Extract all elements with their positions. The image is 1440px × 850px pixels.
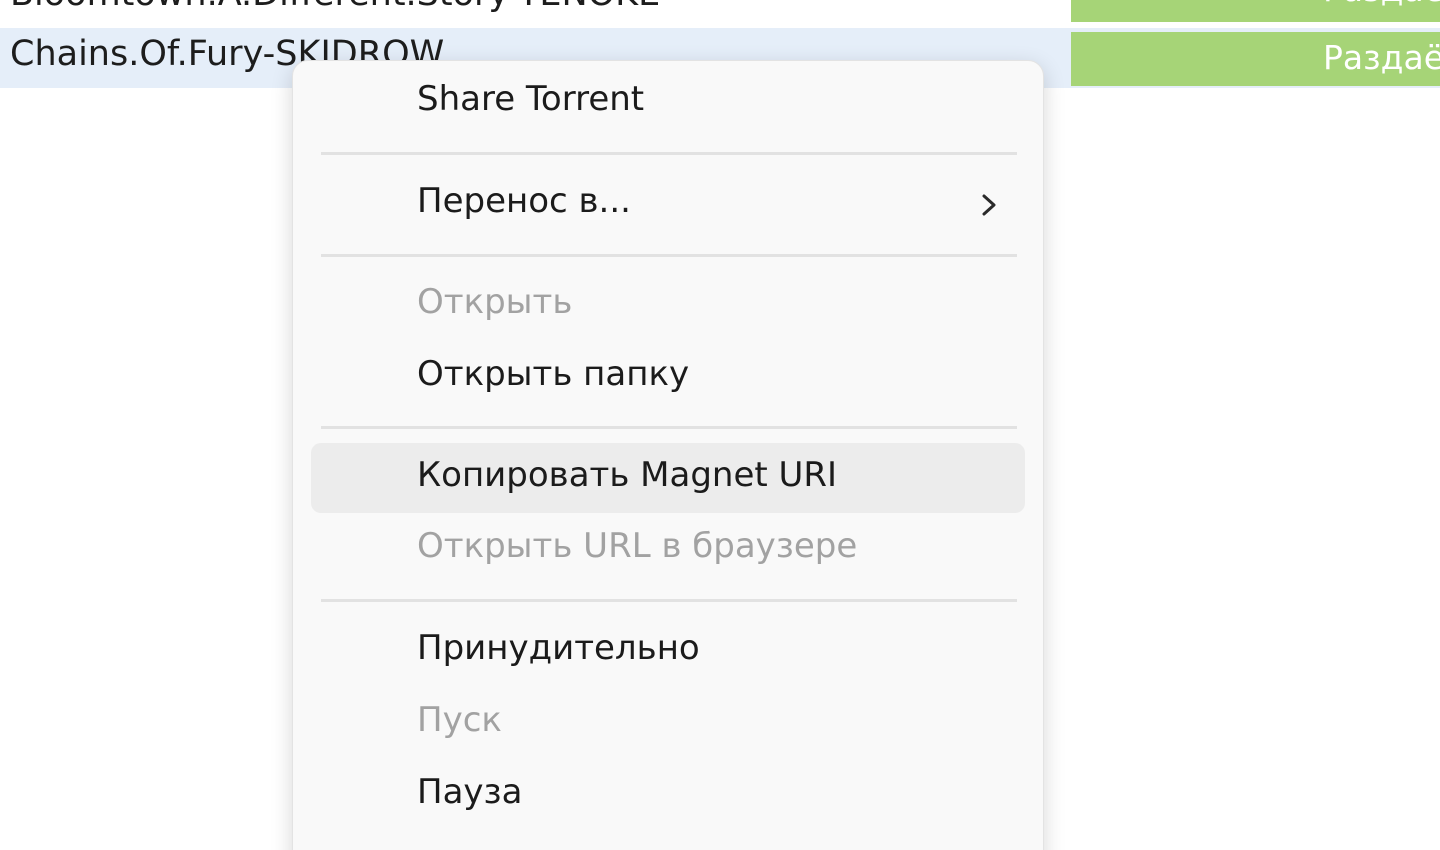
menu-item-label: Открыть URL в браузере	[417, 526, 858, 566]
menu-item-label: Открыть	[417, 282, 573, 322]
torrent-row[interactable]: Bloomtown.A.Different.Story-TENOKE Разда…	[0, 0, 1440, 24]
status-text: Раздаё	[1323, 38, 1440, 77]
menu-item-open[interactable]: Открыть	[311, 270, 1025, 340]
menu-separator	[321, 152, 1017, 155]
menu-item-force-start[interactable]: Принудительно	[311, 616, 1025, 686]
menu-item-label: Открыть папку	[417, 354, 690, 394]
menu-item-label: Пуск	[417, 700, 502, 740]
menu-item-label: Пауза	[417, 772, 523, 812]
menu-item-share-torrent[interactable]: Share Torrent	[311, 67, 1025, 137]
menu-item-move-to[interactable]: Перенос в...	[311, 169, 1025, 239]
menu-item-label: Принудительно	[417, 628, 700, 668]
menu-item-pause[interactable]: Пауза	[311, 760, 1025, 830]
menu-item-label: Share Torrent	[417, 79, 645, 119]
menu-item-label: Перенос в...	[417, 181, 631, 221]
menu-item-open-folder[interactable]: Открыть папку	[311, 342, 1025, 412]
chevron-right-icon	[982, 194, 996, 216]
status-text: Раздаё	[1323, 0, 1440, 9]
status-cell-seeding: Раздаё	[1071, 0, 1440, 22]
context-menu: Share Torrent Перенос в... Открыть Откры…	[292, 60, 1044, 850]
menu-separator	[321, 426, 1017, 429]
menu-item-open-url-in-browser[interactable]: Открыть URL в браузере	[311, 514, 1025, 584]
menu-item-copy-magnet-uri[interactable]: Копировать Magnet URI	[311, 443, 1025, 513]
menu-item-label: Копировать Magnet URI	[417, 455, 838, 495]
menu-item-start[interactable]: Пуск	[311, 688, 1025, 758]
menu-separator	[321, 254, 1017, 257]
status-cell-seeding: Раздаё	[1071, 32, 1440, 86]
app-window: Bloomtown.A.Different.Story-TENOKE Разда…	[0, 0, 1440, 850]
menu-separator	[321, 599, 1017, 602]
torrent-name: Bloomtown.A.Different.Story-TENOKE	[10, 0, 660, 14]
